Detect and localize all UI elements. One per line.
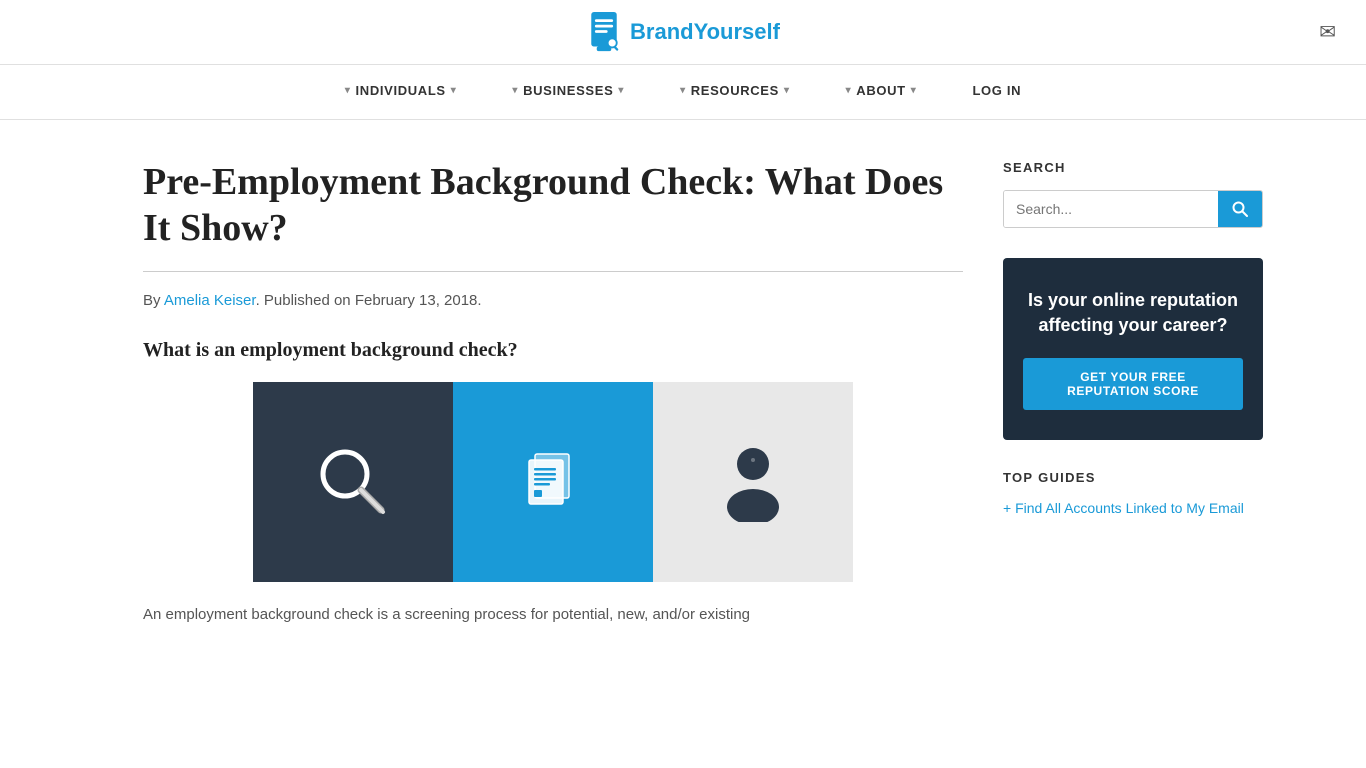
dropdown-arrow-about: ▾	[911, 85, 917, 96]
logo-icon	[586, 12, 622, 52]
arrow-icon-2: ▾	[512, 85, 518, 96]
email-icon[interactable]: ✉	[1319, 20, 1336, 45]
ad-cta-button[interactable]: GET YOUR FREE REPUTATION SCORE	[1023, 358, 1243, 410]
article-title: Pre-Employment Background Check: What Do…	[143, 160, 963, 251]
document-icon	[513, 442, 593, 522]
image-panel-left	[253, 382, 453, 582]
article-body: An employment background check is a scre…	[143, 602, 963, 628]
article: Pre-Employment Background Check: What Do…	[143, 160, 963, 628]
byline-suffix: . Published on February 13, 2018.	[256, 292, 482, 309]
search-button[interactable]	[1218, 191, 1262, 227]
nav-label-individuals: INDIVIDUALS	[356, 83, 446, 98]
search-heading: SEARCH	[1003, 160, 1263, 175]
article-image	[253, 382, 853, 582]
nav-label-businesses: BUSINESSES	[523, 83, 613, 98]
nav-label-login: LOG IN	[972, 83, 1021, 98]
nav-item-individuals[interactable]: ▾ INDIVIDUALS ▾	[317, 65, 485, 119]
nav-item-login[interactable]: LOG IN	[944, 65, 1049, 119]
sidebar-top-guides: TOP GUIDES + Find All Accounts Linked to…	[1003, 470, 1263, 516]
ad-text: Is your online reputation affecting your…	[1023, 288, 1243, 338]
nav-label-about: ABOUT	[856, 83, 905, 98]
nav-label-resources: RESOURCES	[691, 83, 779, 98]
magnifying-glass-icon	[313, 442, 393, 522]
main-content: Pre-Employment Background Check: What Do…	[43, 120, 1323, 668]
sidebar-search-section: SEARCH	[1003, 160, 1263, 228]
arrow-icon: ▾	[345, 85, 351, 96]
arrow-icon-3: ▾	[680, 85, 686, 96]
search-input[interactable]	[1004, 191, 1218, 227]
sidebar: SEARCH Is your online reputation affecti…	[1003, 160, 1263, 628]
arrow-icon-4: ▾	[846, 85, 852, 96]
ad-banner: Is your online reputation affecting your…	[1003, 258, 1263, 440]
search-box	[1003, 190, 1263, 228]
author-link[interactable]: Amelia Keiser	[164, 292, 256, 309]
article-byline: By Amelia Keiser. Published on February …	[143, 292, 963, 309]
logo-text: BrandYourself	[630, 19, 780, 45]
sidebar-ad-section: Is your online reputation affecting your…	[1003, 258, 1263, 440]
nav-item-resources[interactable]: ▾ RESOURCES ▾	[652, 65, 818, 119]
title-divider	[143, 271, 963, 272]
dropdown-arrow-individuals: ▾	[451, 85, 457, 96]
section-heading: What is an employment background check?	[143, 339, 963, 362]
main-nav: ▾ INDIVIDUALS ▾ ▾ BUSINESSES ▾ ▾ RESOURC…	[0, 65, 1366, 120]
image-panel-middle	[453, 382, 653, 582]
top-guides-heading: TOP GUIDES	[1003, 470, 1263, 485]
image-panel-right	[653, 382, 853, 582]
site-header: BrandYourself ✉	[0, 0, 1366, 65]
dropdown-arrow-resources: ▾	[784, 85, 790, 96]
byline-prefix: By	[143, 292, 164, 309]
guide-link-1[interactable]: + Find All Accounts Linked to My Email	[1003, 500, 1263, 516]
nav-item-businesses[interactable]: ▾ BUSINESSES ▾	[484, 65, 652, 119]
person-icon	[713, 442, 793, 522]
search-icon	[1232, 201, 1248, 217]
nav-item-about[interactable]: ▾ ABOUT ▾	[818, 65, 945, 119]
dropdown-arrow-businesses: ▾	[618, 85, 624, 96]
logo-link[interactable]: BrandYourself	[586, 12, 780, 52]
